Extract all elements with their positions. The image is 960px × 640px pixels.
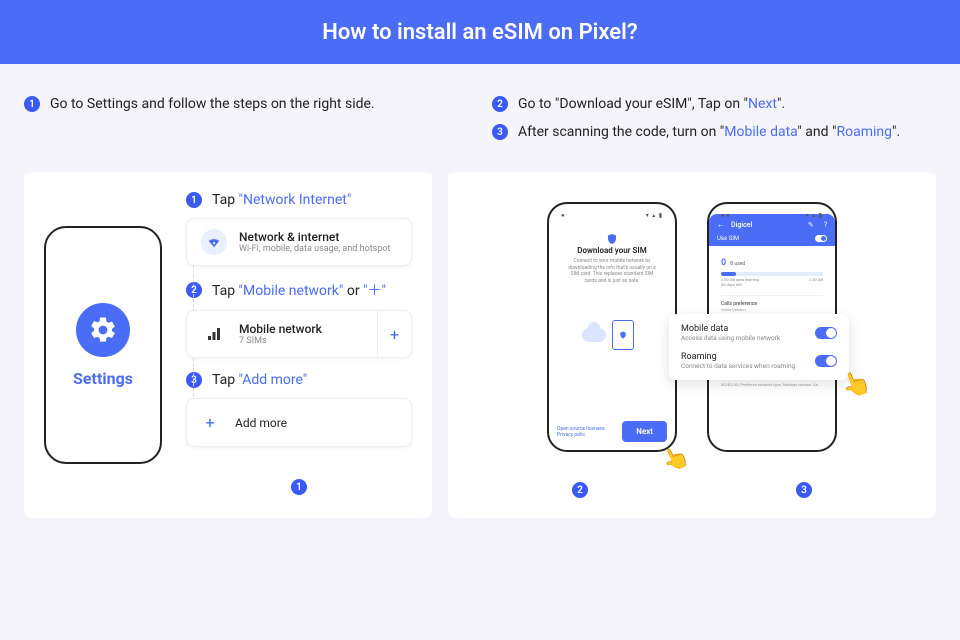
- shield-icon: [606, 230, 618, 242]
- card-add-more[interactable]: + Add more: [186, 398, 412, 447]
- panel-right: ●▾ ▴ ▮ Download your SIM Connect to your…: [448, 172, 936, 518]
- card-subtitle: 7 SIMs: [239, 336, 322, 346]
- plus-icon[interactable]: +: [377, 311, 411, 357]
- intro-step-3-text: After scanning the code, turn on "Mobile…: [518, 124, 900, 140]
- gear-icon: [76, 303, 130, 357]
- card-subtitle: Wi-Fi, mobile, data usage, and hotspot: [239, 244, 390, 254]
- step-3-heading: 3 Tap "Add more": [186, 372, 412, 388]
- roaming-toggle[interactable]: [815, 355, 837, 367]
- download-subtitle: Connect to your mobile network by downlo…: [561, 258, 663, 284]
- panel-badge-1: 1: [291, 479, 307, 495]
- download-title: Download your SIM: [561, 246, 663, 255]
- panels-row: Settings 1 Tap "Network Internet" Networ…: [0, 172, 960, 542]
- data-usage-bar: [721, 272, 823, 276]
- wifi-icon: [201, 229, 227, 255]
- badge-2: 2: [492, 96, 508, 112]
- mobile-data-label: Mobile data: [681, 324, 780, 334]
- cloud-icon: [582, 328, 606, 342]
- carrier-name: Digicel: [731, 221, 802, 229]
- back-icon[interactable]: ←: [717, 220, 725, 229]
- intro-step-3: 3 After scanning the code, turn on "Mobi…: [492, 124, 936, 140]
- use-sim-toggle[interactable]: [815, 235, 827, 242]
- panel-badge-2: 2: [572, 482, 588, 498]
- step-badge-1: 1: [186, 192, 202, 208]
- card-title: Add more: [235, 416, 287, 430]
- download-illustration: [582, 310, 642, 350]
- mobile-data-toggle[interactable]: [815, 327, 837, 339]
- pointer-hand-icon: 👆: [658, 442, 693, 476]
- step-2-heading: 2 Tap "Mobile network" or "＋": [186, 280, 412, 300]
- use-sim-label: Use SIM: [717, 235, 739, 242]
- phone-mock-download: ●▾ ▴ ▮ Download your SIM Connect to your…: [547, 202, 677, 452]
- card-title: Network & internet: [239, 230, 390, 244]
- help-icon[interactable]: ?: [824, 221, 827, 229]
- phone-mock-settings: Settings: [44, 226, 162, 464]
- step-badge-3: 3: [186, 372, 202, 388]
- toggles-overlay: Mobile dataAccess data using mobile netw…: [669, 314, 849, 380]
- download-footer-link[interactable]: Open source licenses. Privacy polic: [557, 426, 622, 438]
- intro-step-1-text: Go to Settings and follow the steps on t…: [50, 96, 375, 112]
- plus-icon: +: [203, 413, 217, 432]
- hero-banner: How to install an eSIM on Pixel?: [0, 0, 960, 64]
- signal-icon: [201, 321, 227, 347]
- badge-1: 1: [24, 96, 40, 112]
- intro-step-2-text: Go to "Download your eSIM", Tap on "Next…: [518, 96, 785, 112]
- panel-left: Settings 1 Tap "Network Internet" Networ…: [24, 172, 432, 518]
- card-mobile-network[interactable]: Mobile network 7 SIMs +: [186, 310, 412, 358]
- status-bar: ●▾ ▴ ▮: [555, 210, 669, 220]
- sim-card-icon: [612, 320, 634, 350]
- next-button[interactable]: Next: [622, 421, 667, 442]
- page-title: How to install an eSIM on Pixel?: [322, 20, 637, 45]
- badge-3: 3: [492, 124, 508, 140]
- card-network-internet[interactable]: Network & internet Wi-Fi, mobile, data u…: [186, 218, 412, 266]
- pointer-hand-icon: 👆: [837, 366, 875, 403]
- intro-section: 1 Go to Settings and follow the steps on…: [0, 64, 960, 172]
- phone-mock-network: ● ●▾ ▴ ▮ ← Digicel ✎ ? Use SIM 0 B us: [707, 202, 837, 452]
- network-header: ← Digicel ✎ ? Use SIM: [709, 214, 835, 246]
- card-title: Mobile network: [239, 322, 322, 336]
- steps-column: 1 Tap "Network Internet" Network & inter…: [186, 192, 412, 495]
- settings-label: Settings: [73, 369, 133, 388]
- panel-badge-3: 3: [796, 482, 812, 498]
- roaming-label: Roaming: [681, 352, 795, 362]
- intro-step-1: 1 Go to Settings and follow the steps on…: [24, 96, 468, 112]
- edit-icon[interactable]: ✎: [808, 221, 814, 229]
- step-1-heading: 1 Tap "Network Internet": [186, 192, 412, 208]
- step-badge-2: 2: [186, 282, 202, 298]
- intro-step-2: 2 Go to "Download your eSIM", Tap on "Ne…: [492, 96, 936, 112]
